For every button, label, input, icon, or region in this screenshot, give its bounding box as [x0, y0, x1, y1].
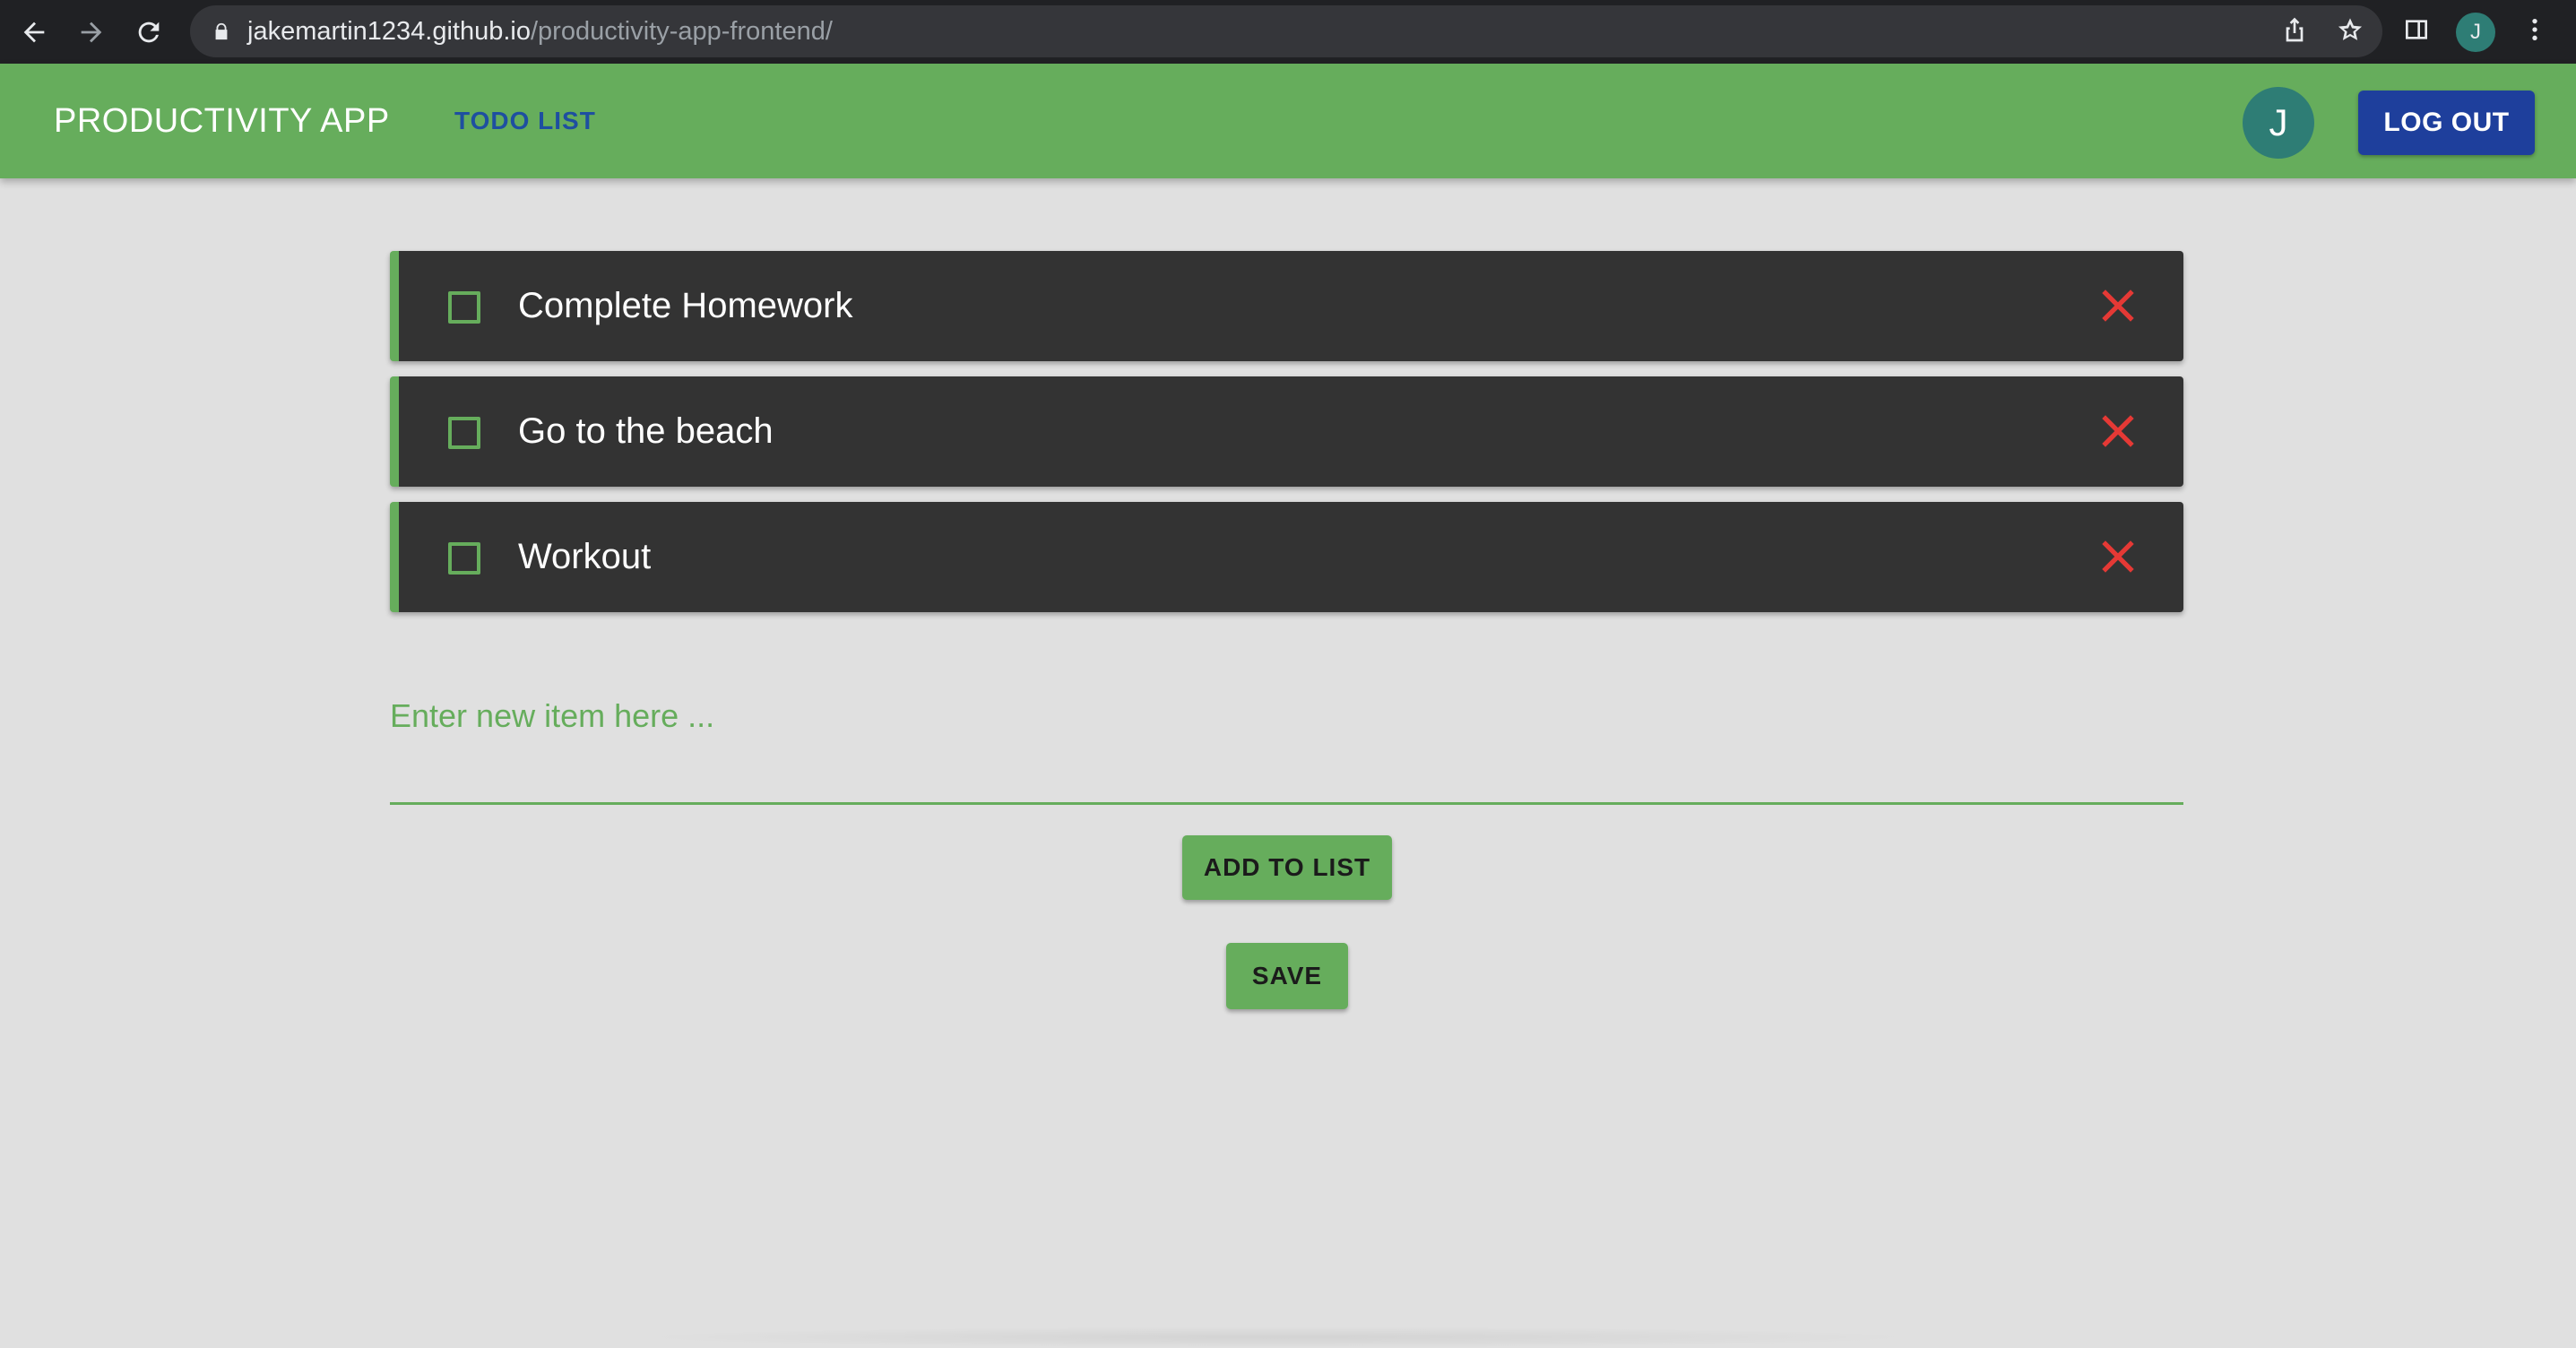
todo-item: Workout	[390, 502, 2183, 612]
forward-icon[interactable]	[63, 4, 120, 61]
back-icon[interactable]	[5, 4, 63, 61]
todo-text: Go to the beach	[518, 411, 774, 451]
url-path: /productivity-app-frontend/	[530, 16, 833, 46]
lock-icon	[212, 20, 231, 43]
url-host: jakemartin1234.github.io	[247, 16, 531, 46]
reload-icon[interactable]	[120, 4, 177, 61]
todo-list: Complete Homework Go to the beach Workou…	[390, 251, 2183, 627]
todo-text: Workout	[518, 537, 652, 576]
bottom-shadow	[627, 1326, 1927, 1348]
nav-link-todo-list[interactable]: TODO LIST	[454, 64, 596, 178]
share-icon[interactable]	[2280, 15, 2309, 48]
todo-text: Complete Homework	[518, 286, 853, 325]
logout-button[interactable]: LOG OUT	[2358, 91, 2535, 155]
delete-icon[interactable]	[2099, 287, 2137, 324]
url-text: jakemartin1234.github.io/productivity-ap…	[247, 17, 833, 47]
app-header: PRODUCTIVITY APP TODO LIST J LOG OUT	[0, 64, 2576, 178]
browser-profile-avatar[interactable]: J	[2456, 12, 2495, 52]
add-to-list-button[interactable]: ADD TO LIST	[1182, 835, 1392, 900]
browser-toolbar: jakemartin1234.github.io/productivity-ap…	[0, 0, 2576, 64]
todo-checkbox[interactable]	[448, 417, 480, 449]
more-menu-icon[interactable]	[2520, 15, 2549, 48]
todo-item: Complete Homework	[390, 251, 2183, 361]
bookmark-star-icon[interactable]	[2336, 15, 2364, 48]
todo-checkbox[interactable]	[448, 542, 480, 575]
address-bar[interactable]: jakemartin1234.github.io/productivity-ap…	[190, 5, 2382, 57]
user-avatar[interactable]: J	[2243, 87, 2314, 159]
delete-icon[interactable]	[2099, 538, 2137, 575]
todo-item: Go to the beach	[390, 376, 2183, 487]
new-item-field	[390, 681, 2183, 805]
side-panel-icon[interactable]	[2402, 15, 2431, 48]
todo-checkbox[interactable]	[448, 291, 480, 324]
save-button[interactable]: SAVE	[1226, 943, 1348, 1009]
app-title: PRODUCTIVITY APP	[54, 102, 390, 140]
new-item-input[interactable]	[390, 681, 2183, 751]
delete-icon[interactable]	[2099, 412, 2137, 450]
